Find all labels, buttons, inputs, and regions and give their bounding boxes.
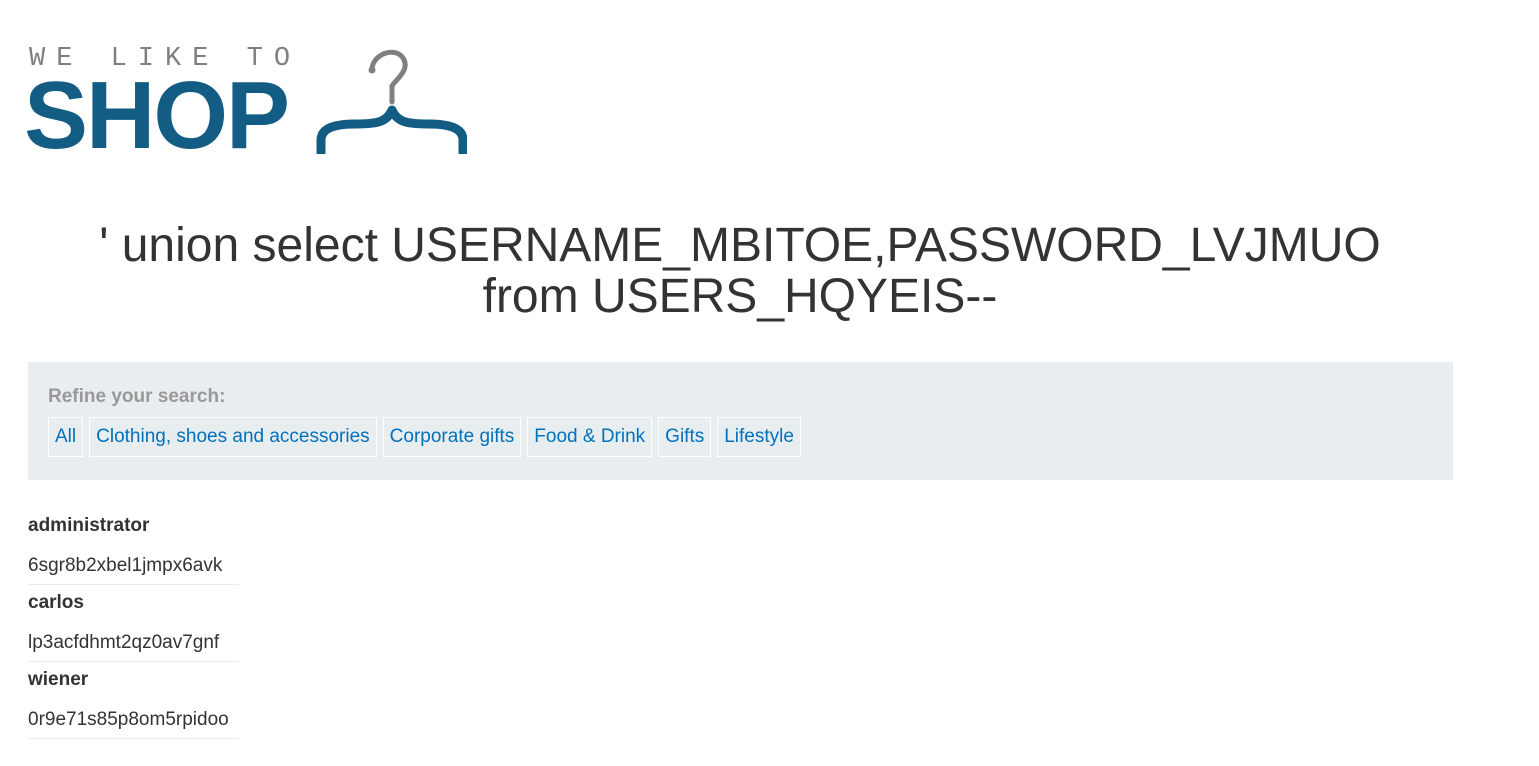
filter-link-all[interactable]: All: [48, 417, 84, 457]
result-username: carlos: [28, 592, 84, 613]
result-password: 6sgr8b2xbel1jmpx6avk: [28, 555, 223, 576]
heading-line-1: ' union select USERNAME_MBITOE,PASSWORD_…: [99, 219, 1381, 272]
filter-label: Refine your search:: [48, 386, 226, 407]
page: WE LIKE TO SHOP ' union select USERNAME_…: [0, 0, 1539, 766]
result-password: 0r9e71s85p8om5rpidoo: [28, 709, 229, 730]
filter-link-clothing[interactable]: Clothing, shoes and accessories: [89, 417, 377, 457]
results-table: administrator 6sgr8b2xbel1jmpx6avk carlo…: [28, 508, 239, 739]
result-username: administrator: [28, 515, 150, 536]
filter-link-food-drink[interactable]: Food & Drink: [527, 417, 653, 457]
table-row: wiener 0r9e71s85p8om5rpidoo: [28, 662, 239, 739]
search-results-heading: ' union select USERNAME_MBITOE,PASSWORD_…: [40, 220, 1440, 322]
category-filter-list: All Clothing, shoes and accessories Corp…: [48, 417, 801, 457]
filter-link-gifts[interactable]: Gifts: [658, 417, 712, 457]
heading-line-2: from USERS_HQYEIS--: [482, 270, 998, 323]
filter-link-corporate-gifts[interactable]: Corporate gifts: [382, 417, 522, 457]
filter-link-lifestyle[interactable]: Lifestyle: [717, 417, 801, 457]
hanger-icon: [316, 49, 467, 154]
table-row: carlos lp3acfdhmt2qz0av7gnf: [28, 585, 239, 662]
logo-wordmark: SHOP: [24, 62, 290, 169]
table-row: administrator 6sgr8b2xbel1jmpx6avk: [28, 508, 239, 585]
site-logo[interactable]: WE LIKE TO SHOP: [24, 44, 467, 164]
result-password: lp3acfdhmt2qz0av7gnf: [28, 632, 220, 653]
result-username: wiener: [28, 669, 89, 690]
filter-panel: Refine your search: All Clothing, shoes …: [28, 362, 1453, 480]
